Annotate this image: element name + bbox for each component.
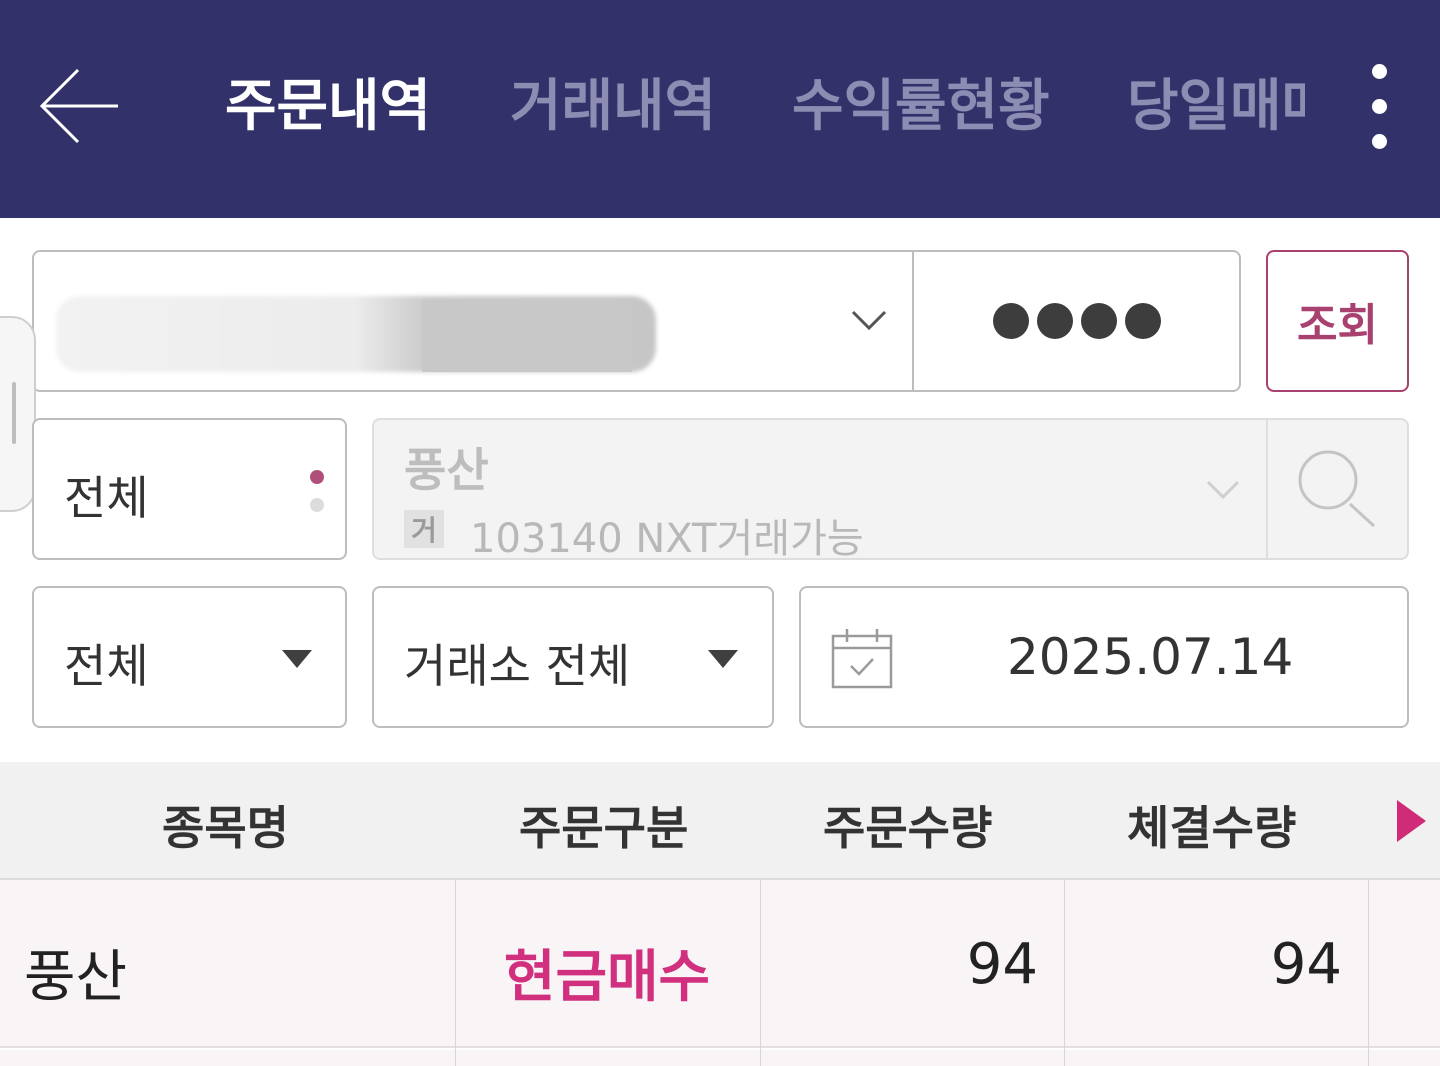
next-columns-arrow-icon[interactable] (1397, 800, 1426, 842)
column-divider (1368, 1050, 1369, 1066)
tab-trade-history[interactable]: 거래내역 (510, 72, 716, 142)
cell-filled-qty: 94 (1270, 932, 1342, 997)
stock-name: 풍산 (404, 443, 489, 497)
tab-return-status[interactable]: 수익률현황 (792, 72, 1050, 142)
caret-down-icon (708, 650, 738, 668)
column-header-order-type: 주문구분 (519, 801, 689, 855)
exchange-dropdown[interactable]: 거래소 전체 (372, 586, 774, 728)
table-row[interactable]: 풍산 현금매수 94 94 (0, 880, 1440, 1066)
column-divider (1064, 1050, 1065, 1066)
more-vertical-icon[interactable] (1360, 62, 1400, 152)
tab-daily-trading[interactable]: 당일매매 (1127, 72, 1305, 142)
divider (1266, 420, 1268, 558)
exchange-value: 거래소 전체 (404, 639, 631, 693)
cell-stock-name: 풍산 (24, 945, 128, 1010)
password-dot (1036, 303, 1073, 339)
column-header-stock-name: 종목명 (162, 801, 289, 855)
search-icon[interactable] (1294, 448, 1384, 538)
order-type-dropdown[interactable]: 전체 (32, 586, 347, 728)
masked-account-block (422, 300, 632, 372)
column-header-order-qty: 주문수량 (823, 801, 993, 855)
toggle-indicator-icon (310, 498, 324, 512)
password-dot (992, 303, 1029, 339)
table-row[interactable] (0, 1050, 1440, 1066)
grip-icon (12, 382, 16, 444)
side-drawer-handle[interactable] (0, 316, 36, 512)
column-divider (760, 1050, 761, 1066)
toggle-indicator-icon (310, 470, 324, 484)
order-type-value: 전체 (64, 639, 149, 693)
password-field[interactable] (914, 252, 1239, 390)
cell-order-type: 현금매수 (504, 945, 711, 1010)
column-divider (455, 1050, 456, 1066)
cell-order-qty: 94 (966, 932, 1038, 997)
account-selector[interactable] (32, 250, 1241, 392)
scope-label: 전체 (64, 471, 149, 525)
top-nav-bar: 주문내역 거래내역 수익률현황 당일매매 (0, 0, 1440, 218)
table-header: 종목명 주문구분 주문수량 체결수량 (0, 762, 1440, 880)
password-dot (1124, 303, 1161, 339)
column-divider (455, 880, 456, 1066)
date-picker[interactable]: 2025.07.14 (799, 586, 1409, 728)
query-button[interactable]: 조회 (1266, 250, 1409, 392)
tab-strip: 주문내역 거래내역 수익률현황 당일매매 (0, 0, 1305, 218)
exchange-badge: 거 (404, 510, 444, 548)
column-header-filled-qty: 체결수량 (1127, 801, 1297, 855)
calendar-icon[interactable] (831, 628, 893, 690)
chevron-down-icon[interactable] (849, 304, 889, 334)
password-dot (1080, 303, 1117, 339)
date-value: 2025.07.14 (1007, 628, 1294, 686)
tab-order-history[interactable]: 주문내역 (225, 72, 431, 142)
stock-selector[interactable]: 풍산 거 103140 NXT거래가능 (372, 418, 1409, 562)
caret-down-icon (282, 650, 312, 668)
scope-toggle[interactable]: 전체 (32, 418, 347, 560)
stock-code-info: 103140 NXT거래가능 (470, 516, 864, 562)
chevron-down-icon[interactable] (1204, 475, 1242, 503)
arrow-left-icon[interactable] (36, 64, 124, 148)
column-divider (1368, 880, 1369, 1066)
